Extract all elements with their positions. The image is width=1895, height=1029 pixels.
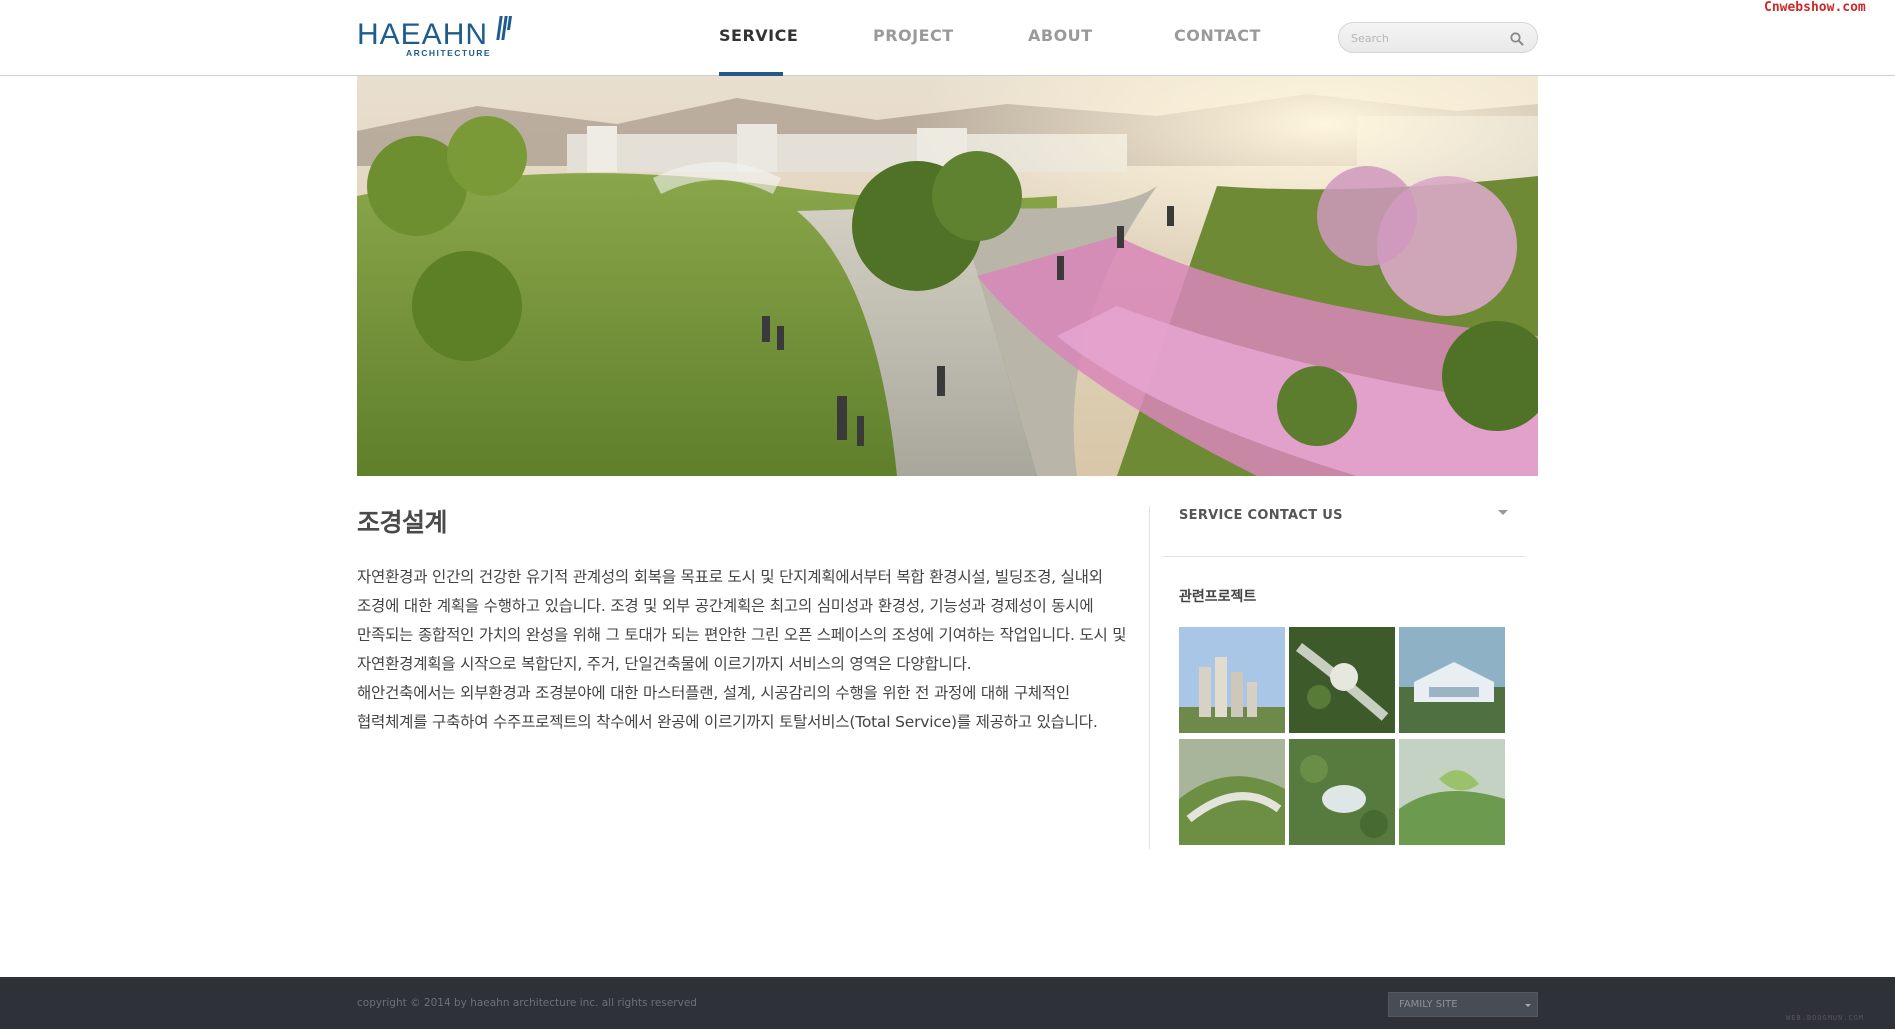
hillside-green-roof-thumbnail[interactable] [1399,739,1505,845]
caret-down-icon [1525,1004,1531,1007]
family-site-label: FAMILY SITE [1399,999,1458,1010]
related-projects-heading: 관련프로젝트 [1179,589,1257,605]
nav-project[interactable]: PROJECT [873,26,954,45]
search-box [1338,22,1538,53]
related-projects-grid [1179,627,1509,845]
page-title: 조경설계 [357,508,448,537]
search-icon[interactable] [1509,31,1525,47]
family-site-select[interactable]: FAMILY SITE [1388,992,1538,1017]
nav-contact[interactable]: CONTACT [1174,26,1261,45]
watermark-text: Cnwebshow.com [1764,0,1866,15]
curved-park-aerial-thumbnail[interactable] [1179,739,1285,845]
service-contact-toggle[interactable]: SERVICE CONTACT US [1179,508,1343,523]
logo-subtitle: ARCHITECTURE [406,48,492,58]
green-aerial-site-thumbnail[interactable] [1289,627,1395,733]
service-description: 자연환경과 인간의 건강한 유기적 관계성의 회복을 목표로 도시 및 단지계획… [357,563,1129,737]
campus-building-thumbnail[interactable] [1399,627,1505,733]
description-paragraph: 해안건축에서는 외부환경과 조경분야에 대한 마스터플랜, 설계, 시공감리의 … [357,684,1098,731]
landscape-rendering-image [357,76,1538,476]
site-footer: copyright © 2014 by haeahn architecture … [0,977,1895,1029]
nav-about[interactable]: ABOUT [1028,26,1093,45]
description-paragraph: 자연환경과 인간의 건강한 유기적 관계성의 회복을 목표로 도시 및 단지계획… [357,568,1127,673]
sidebar-divider [1163,556,1525,557]
chevron-down-icon[interactable] [1498,510,1508,515]
logo-mark-icon [496,16,512,40]
forest-campus-aerial-thumbnail[interactable] [1289,739,1395,845]
nav-service[interactable]: SERVICE [719,26,798,45]
logo-wordmark: HAEAHN [357,18,489,51]
site-header: HAEAHN ARCHITECTURE SERVICE PROJECT ABOU… [0,0,1895,76]
highrise-towers-thumbnail[interactable] [1179,627,1285,733]
footer-watermark: WEB.BOOGMUN.COM [1786,1014,1865,1022]
copyright-text: copyright © 2014 by haeahn architecture … [357,997,697,1009]
search-input[interactable] [1351,29,1501,47]
hero-image [357,76,1538,476]
content-divider [1149,506,1150,849]
haeahn-logo[interactable]: HAEAHN ARCHITECTURE [357,14,517,58]
